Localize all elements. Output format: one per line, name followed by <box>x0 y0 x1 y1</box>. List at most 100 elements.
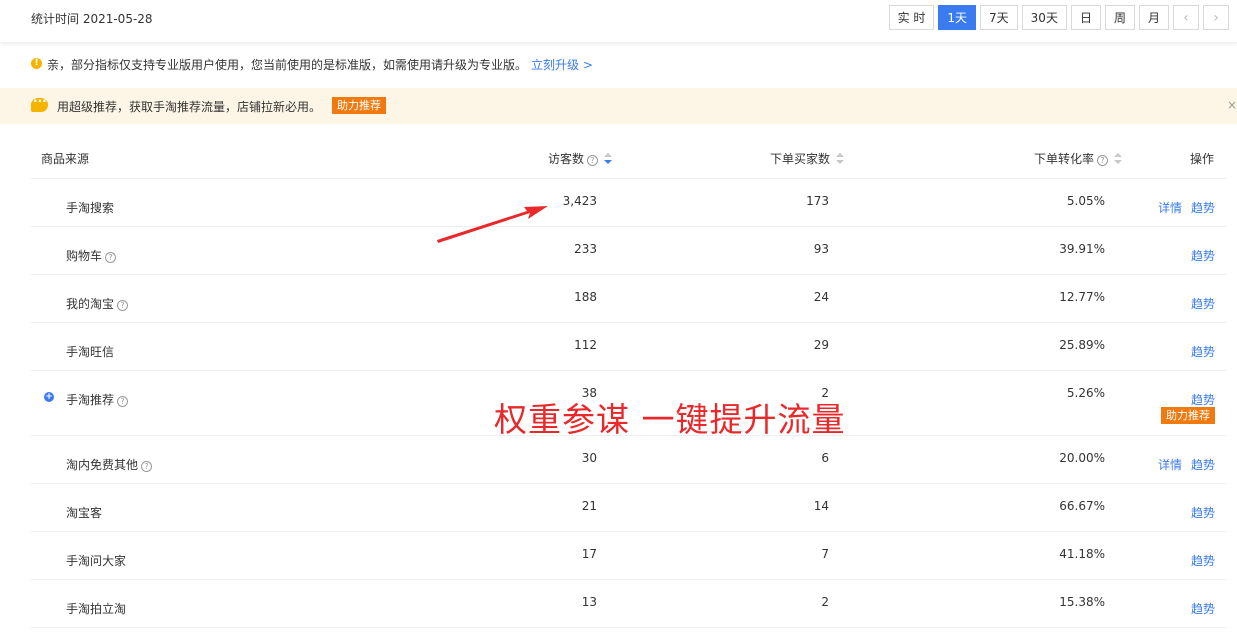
stat-time: 统计时间 2021-05-28 <box>31 12 153 26</box>
annotation-text: 权重参谋 一键提升流量 <box>494 400 846 439</box>
visitors-cell: 17 <box>581 547 597 561</box>
source-cell: 淘宝客 <box>66 504 102 521</box>
rate-cell: 20.00% <box>1059 451 1105 465</box>
period-button[interactable]: 日 <box>1070 5 1101 30</box>
close-icon[interactable]: × <box>1227 98 1237 112</box>
ops-cell: 趋势 <box>1191 600 1215 617</box>
rate-cell: 41.18% <box>1059 547 1105 561</box>
header-visitors[interactable]: 访客数? <box>548 150 612 167</box>
chevron-left-icon[interactable]: ‹ <box>1173 5 1199 30</box>
sort-icon[interactable] <box>836 153 844 165</box>
table-header: 商品来源 访客数? 下单买家数 下单转化率? 操作 <box>31 134 1226 179</box>
source-name: 淘宝客 <box>66 506 103 520</box>
help-icon[interactable]: ? <box>117 396 129 407</box>
rate-cell: 25.89% <box>1059 338 1105 352</box>
period-button[interactable]: 30天 <box>1021 5 1067 30</box>
header-buyers[interactable]: 下单买家数 <box>770 150 844 167</box>
source-cell: 购物车? <box>66 247 117 264</box>
trend-link[interactable]: 趋势 <box>1191 199 1215 216</box>
table-row: 手淘拍立淘 13 2 15.38% 趋势 <box>31 580 1226 628</box>
trend-link[interactable]: 趋势 <box>1191 247 1215 264</box>
table-row: 手淘问大家 17 7 41.18% 趋势 <box>31 532 1226 580</box>
promo-text: 用超级推荐，获取手淘推荐流量，店铺拉新必用。 <box>57 100 322 114</box>
detail-link[interactable]: 详情 <box>1158 456 1182 473</box>
help-icon[interactable]: ? <box>1097 155 1108 166</box>
source-cell: 手淘旺信 <box>66 343 114 360</box>
source-name: 购物车 <box>66 249 103 263</box>
period-selector: 实 时 1天 7天 30天日周月 ‹ › <box>888 5 1229 30</box>
promo-boost-button[interactable]: 助力推荐 <box>332 97 386 114</box>
ops-cell: 趋势 <box>1191 295 1215 312</box>
top-bar: 统计时间 2021-05-28 实 时 1天 7天 30天日周月 ‹ › <box>0 0 1237 42</box>
source-name: 手淘搜索 <box>66 201 115 215</box>
header-buyers-label: 下单买家数 <box>769 152 830 166</box>
period-button[interactable]: 1天 <box>938 5 977 30</box>
header-rate-label: 下单转化率 <box>1033 152 1094 166</box>
source-cell: 手淘搜索 <box>66 199 114 216</box>
ops-cell: 趋势 <box>1191 247 1215 264</box>
buyers-cell: 24 <box>813 290 829 304</box>
period-button[interactable]: 7天 <box>980 5 1018 30</box>
row-boost-button[interactable]: 助力推荐 <box>1161 407 1215 424</box>
source-cell: 手淘推荐? <box>66 391 129 408</box>
rate-cell: 5.26% <box>1066 386 1105 400</box>
visitors-cell: 188 <box>574 290 597 304</box>
warning-icon: ! <box>31 58 42 69</box>
ops-cell: 趋势 <box>1191 391 1215 408</box>
trend-link[interactable]: 趋势 <box>1191 391 1215 408</box>
period-button[interactable]: 周 <box>1104 5 1135 30</box>
visitors-cell: 3,423 <box>562 194 597 208</box>
help-icon[interactable]: ? <box>117 300 129 311</box>
sort-icon[interactable] <box>1114 153 1122 165</box>
trend-link[interactable]: 趋势 <box>1191 552 1215 569</box>
ops-cell: 详情 趋势 <box>1158 199 1215 216</box>
trend-link[interactable]: 趋势 <box>1191 295 1215 312</box>
source-name: 手淘推荐 <box>66 393 115 407</box>
rate-cell: 5.05% <box>1066 194 1105 208</box>
buyers-cell: 2 <box>821 595 829 609</box>
notice-message: 亲，部分指标仅支持专业版用户使用，您当前使用的是标准版，如需使用请升级为专业版。 <box>47 58 528 72</box>
header-source: 商品来源 <box>41 152 90 166</box>
upgrade-link[interactable]: 立刻升级 > <box>531 58 593 72</box>
promo-banner: 用超级推荐，获取手淘推荐流量，店铺拉新必用。 助力推荐 × <box>0 88 1237 124</box>
chat-bubble-icon <box>31 94 48 112</box>
buyers-cell: 173 <box>806 194 829 208</box>
table-row: 手淘旺信 112 29 25.89% 趋势 <box>31 323 1226 371</box>
source-cell: 手淘拍立淘 <box>66 600 126 617</box>
help-icon[interactable]: ? <box>105 252 117 263</box>
source-cell: 手淘问大家 <box>66 552 126 569</box>
buyers-cell: 14 <box>813 499 829 513</box>
table-row: 淘内免费其他? 30 6 20.00% 详情 趋势 <box>31 436 1226 484</box>
ops-cell: 趋势 <box>1191 343 1215 360</box>
ops-cell: 趋势 <box>1191 552 1215 569</box>
source-name: 我的淘宝 <box>66 297 115 311</box>
expand-icon[interactable]: + <box>44 392 54 402</box>
table-row: 手淘搜索 3,423 173 5.05% 详情 趋势 <box>31 179 1226 227</box>
sort-icon[interactable] <box>604 153 612 165</box>
table-row: 淘宝客 21 14 66.67% 趋势 <box>31 484 1226 532</box>
trend-link[interactable]: 趋势 <box>1191 600 1215 617</box>
rate-cell: 15.38% <box>1059 595 1105 609</box>
period-button[interactable]: 实 时 <box>888 5 935 30</box>
trend-link[interactable]: 趋势 <box>1191 343 1215 360</box>
trend-link[interactable]: 趋势 <box>1191 456 1215 473</box>
table-row: 购物车? 233 93 39.91% 趋势 <box>31 227 1226 275</box>
header-rate[interactable]: 下单转化率? <box>1034 150 1122 167</box>
buyers-cell: 7 <box>821 547 829 561</box>
header-visitors-label: 访客数 <box>547 152 584 166</box>
help-icon[interactable]: ? <box>141 461 153 472</box>
visitors-cell: 30 <box>581 451 597 465</box>
period-button[interactable]: 月 <box>1138 5 1169 30</box>
trend-link[interactable]: 趋势 <box>1191 504 1215 521</box>
source-cell: 我的淘宝? <box>66 295 129 312</box>
help-icon[interactable]: ? <box>587 155 598 166</box>
rate-cell: 12.77% <box>1059 290 1105 304</box>
header-ops: 操作 <box>1189 152 1214 166</box>
detail-link[interactable]: 详情 <box>1158 199 1182 216</box>
upgrade-notice: ! 亲，部分指标仅支持专业版用户使用，您当前使用的是标准版，如需使用请升级为专业… <box>0 50 1237 78</box>
rate-cell: 39.91% <box>1059 242 1105 256</box>
source-name: 手淘拍立淘 <box>66 602 127 616</box>
chevron-right-icon[interactable]: › <box>1203 5 1229 30</box>
buyers-cell: 6 <box>821 451 829 465</box>
table-row: 我的淘宝? 188 24 12.77% 趋势 <box>31 275 1226 323</box>
